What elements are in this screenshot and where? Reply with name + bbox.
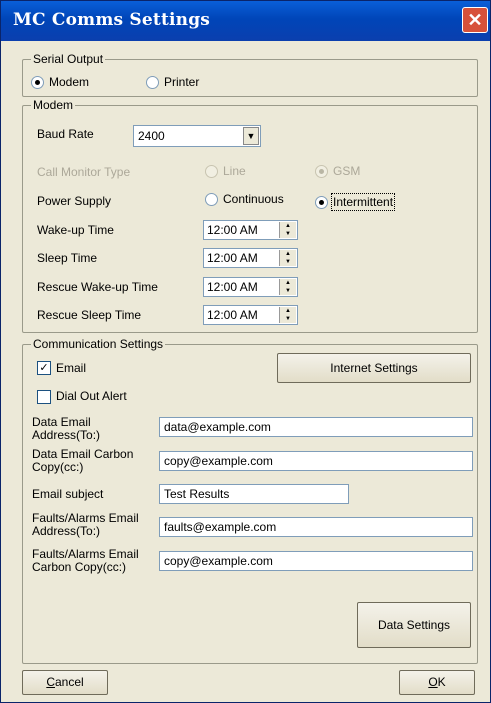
serial-modem-label[interactable]: Modem [49,75,89,89]
ok-accelerator: O [428,675,438,689]
rescue-sleep-time-spinner[interactable]: ▲ ▼ [279,307,296,323]
call-monitor-gsm-label: GSM [333,164,361,178]
modem-group: Modem Baud Rate 2400 ▼ Call Monitor Type… [22,98,478,333]
ok-button[interactable]: OK [399,670,475,695]
call-monitor-gsm-radio [315,165,328,178]
power-intermittent-label[interactable]: Intermittent [330,193,396,211]
wakeup-time-label: Wake-up Time [37,223,114,237]
spin-down-icon[interactable]: ▼ [280,287,296,295]
rescue-sleep-time-value: 12:00 AM [207,308,258,322]
faults-email-cc-label: Faults/Alarms Email Carbon Copy(cc:) [32,547,139,574]
dial-out-alert-checkbox[interactable] [37,390,51,404]
data-email-to-label: Data Email Address(To:) [32,415,101,442]
power-continuous-radio[interactable] [205,193,218,206]
sleep-time-input[interactable]: 12:00 AM ▲ ▼ [203,248,298,268]
email-subject-label: Email subject [32,487,104,501]
serial-output-legend: Serial Output [31,52,106,66]
checkmark-icon: ✓ [39,362,49,374]
power-supply-label: Power Supply [37,194,112,208]
spin-down-icon[interactable]: ▼ [280,315,296,323]
email-label[interactable]: Email [56,361,86,375]
sleep-time-label: Sleep Time [37,251,98,265]
internet-settings-label: Internet Settings [330,361,418,375]
faults-email-to-input[interactable]: faults@example.com [159,517,473,537]
cancel-label: ancel [54,675,84,689]
rescue-sleep-time-label: Rescue Sleep Time [37,308,142,322]
email-subject-input[interactable]: Test Results [159,484,349,504]
data-email-to-input[interactable]: data@example.com [159,417,473,437]
rescue-wakeup-time-value: 12:00 AM [207,280,258,294]
spin-down-icon[interactable]: ▼ [280,230,296,238]
communication-settings-legend: Communication Settings [31,337,166,351]
spin-down-icon[interactable]: ▼ [280,258,296,266]
serial-output-group: Serial Output Modem Printer [22,52,478,97]
sleep-time-value: 12:00 AM [207,251,258,265]
cancel-button[interactable]: Cancel [22,670,108,695]
wakeup-time-value: 12:00 AM [207,223,258,237]
dial-out-alert-label[interactable]: Dial Out Alert [56,389,127,403]
rescue-wakeup-time-label: Rescue Wake-up Time [37,280,158,294]
wakeup-time-input[interactable]: 12:00 AM ▲ ▼ [203,220,298,240]
chevron-down-icon[interactable]: ▼ [243,127,259,145]
faults-email-cc-input[interactable]: copy@example.com [159,551,473,571]
serial-modem-radio[interactable] [31,76,44,89]
internet-settings-button[interactable]: Internet Settings [277,353,471,383]
spin-up-icon[interactable]: ▲ [280,222,296,230]
call-monitor-line-radio [205,165,218,178]
power-intermittent-radio[interactable] [315,196,328,209]
spin-up-icon[interactable]: ▲ [280,307,296,315]
data-email-cc-label: Data Email Carbon Copy(cc:) [32,447,134,474]
data-settings-button[interactable]: Data Settings [357,602,471,648]
sleep-time-spinner[interactable]: ▲ ▼ [279,250,296,266]
call-monitor-label: Call Monitor Type [37,165,131,179]
rescue-sleep-time-input[interactable]: 12:00 AM ▲ ▼ [203,305,298,325]
comms-settings-window: MC Comms Settings ✕ Serial Output Modem … [0,0,491,703]
faults-email-to-label: Faults/Alarms Email Address(To:) [32,511,139,538]
wakeup-time-spinner[interactable]: ▲ ▼ [279,222,296,238]
modem-legend: Modem [31,98,76,112]
email-checkbox[interactable]: ✓ [37,361,51,375]
data-email-cc-input[interactable]: copy@example.com [159,451,473,471]
spin-up-icon[interactable]: ▲ [280,279,296,287]
cancel-accelerator: C [46,675,55,689]
close-icon: ✕ [467,10,483,30]
baud-rate-value: 2400 [138,129,165,143]
baud-rate-label: Baud Rate [37,127,94,141]
spin-up-icon[interactable]: ▲ [280,250,296,258]
call-monitor-line-label: Line [223,164,246,178]
rescue-wakeup-time-spinner[interactable]: ▲ ▼ [279,279,296,295]
serial-printer-label[interactable]: Printer [164,75,199,89]
window-title: MC Comms Settings [13,10,211,30]
baud-rate-select[interactable]: 2400 ▼ [133,125,261,147]
data-settings-label: Data Settings [377,618,451,632]
communication-settings-group: Communication Settings ✓ Email Internet … [22,337,478,664]
rescue-wakeup-time-input[interactable]: 12:00 AM ▲ ▼ [203,277,298,297]
ok-label: K [437,675,446,689]
title-bar[interactable]: MC Comms Settings ✕ [1,1,490,41]
power-continuous-label[interactable]: Continuous [223,192,284,206]
serial-printer-radio[interactable] [146,76,159,89]
close-button[interactable]: ✕ [462,7,488,33]
